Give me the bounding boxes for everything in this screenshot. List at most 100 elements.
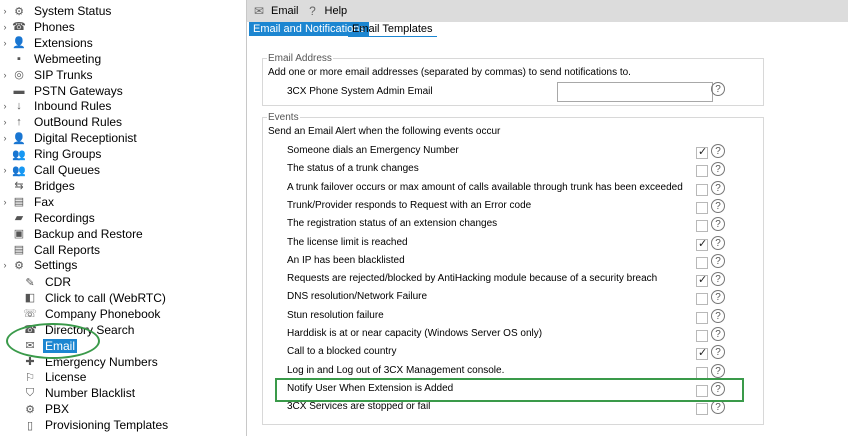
sidebar-item[interactable]: › ↑ OutBound Rules <box>0 114 124 130</box>
expand-arrow-icon[interactable]: › <box>2 117 8 127</box>
pbx-icon: ⚙ <box>25 403 35 416</box>
event-checkbox[interactable] <box>696 145 708 159</box>
toolbar-email-label[interactable]: Email <box>271 5 299 17</box>
webmeeting-icon: ▪ <box>17 52 21 65</box>
settings-child-item[interactable]: ⛉ Number Blacklist <box>22 385 137 401</box>
help-icon[interactable]: ? <box>711 327 725 341</box>
sidebar-item[interactable]: ▬ PSTN Gateways <box>0 83 125 99</box>
email-icon[interactable]: ✉ <box>251 3 267 19</box>
event-checkbox[interactable] <box>696 403 708 416</box>
event-row: A trunk failover occurs or max amount of… <box>287 180 747 198</box>
expand-arrow-icon[interactable]: › <box>2 133 8 143</box>
event-checkbox[interactable] <box>696 256 708 269</box>
event-checkbox[interactable] <box>696 237 708 251</box>
sidebar-item[interactable]: ▤ Call Reports <box>0 242 102 258</box>
sidebar-item[interactable]: › ☎ Phones <box>0 19 77 35</box>
expand-arrow-icon[interactable]: › <box>2 6 8 16</box>
event-checkbox[interactable] <box>696 165 708 178</box>
help-icon[interactable]: ? <box>711 180 725 195</box>
sidebar-item[interactable]: ▪ Webmeeting <box>0 51 103 67</box>
settings-child-item[interactable]: ⚐ License <box>22 369 88 385</box>
help-icon[interactable]: ? <box>711 272 725 287</box>
sidebar-item[interactable]: 👥 Ring Groups <box>0 146 103 162</box>
help-icon[interactable]: ? <box>711 290 725 305</box>
recordings-folder-icon: ▰ <box>14 212 24 225</box>
toolbar-help-label[interactable]: Help <box>325 5 348 17</box>
help-icon[interactable]: ? <box>711 363 725 378</box>
outbound-arrow-icon: ↑ <box>16 116 22 129</box>
event-checkbox[interactable] <box>696 346 708 361</box>
tab-email-templates[interactable]: Email Templates <box>348 22 437 37</box>
expand-arrow-icon[interactable]: › <box>2 70 8 80</box>
event-checkbox[interactable] <box>696 273 708 288</box>
sidebar-item-label: Ring Groups <box>34 147 102 162</box>
help-icon[interactable]: ? <box>711 400 725 415</box>
sidebar-item[interactable]: › ◎ SIP Trunks <box>0 67 94 83</box>
event-row: Call to a blocked country? <box>287 344 747 362</box>
event-row: Harddisk is at or near capacity (Windows… <box>287 326 747 344</box>
settings-icon: ⚙ <box>14 259 24 272</box>
sidebar-item[interactable]: ⇆ Bridges <box>0 178 77 194</box>
help-icon[interactable]: ? <box>711 82 725 96</box>
event-label: The status of a trunk changes <box>287 163 419 175</box>
backup-icon: ▣ <box>13 228 25 241</box>
event-checkbox[interactable] <box>696 293 708 306</box>
tab-bar: Email and Notifications Email Templates <box>247 22 848 37</box>
sidebar-item-label: Webmeeting <box>34 51 102 66</box>
event-label: Call to a blocked country <box>287 346 397 358</box>
event-row: An IP has been blacklisted? <box>287 253 747 271</box>
settings-child-label: Company Phonebook <box>45 306 161 321</box>
event-checkbox[interactable] <box>696 330 708 342</box>
sidebar-item[interactable]: ▣ Backup and Restore <box>0 226 145 242</box>
annotation-highlight-box <box>275 378 744 402</box>
event-row: Trunk/Provider responds to Request with … <box>287 198 747 216</box>
event-row: Requests are rejected/blocked by AntiHac… <box>287 271 747 289</box>
settings-child-item[interactable]: ◧ Click to call (WebRTC) <box>22 290 168 306</box>
sidebar-item[interactable]: › 👤 Extensions <box>0 35 95 51</box>
settings-child-item[interactable]: ▯ Provisioning Templates <box>22 417 170 433</box>
expand-arrow-icon[interactable]: › <box>2 101 8 111</box>
settings-child-item[interactable]: ✎ CDR <box>22 274 73 290</box>
sidebar-item[interactable]: › ⚙ System Status <box>0 3 113 19</box>
event-checkbox[interactable] <box>696 201 708 214</box>
help-icon[interactable]: ? <box>711 144 725 158</box>
expand-arrow-icon[interactable]: › <box>2 165 8 175</box>
expand-arrow-icon[interactable]: › <box>2 260 8 270</box>
admin-email-input[interactable] <box>557 82 713 102</box>
event-label: Log in and Log out of 3CX Management con… <box>287 364 505 376</box>
help-icon[interactable]: ? <box>711 217 725 232</box>
event-checkbox[interactable] <box>696 311 708 324</box>
settings-child-label: Click to call (WebRTC) <box>45 290 166 305</box>
sidebar-item[interactable]: › ↓ Inbound Rules <box>0 98 113 114</box>
help-icon[interactable]: ? <box>711 162 725 177</box>
sidebar-item-label: PSTN Gateways <box>34 83 123 98</box>
event-checkbox[interactable] <box>696 366 708 379</box>
help-icon[interactable]: ? <box>711 345 725 360</box>
expand-arrow-icon[interactable]: › <box>2 197 8 207</box>
help-icon[interactable]: ? <box>711 253 725 268</box>
sidebar-item[interactable]: ▰ Recordings <box>0 210 97 226</box>
expand-arrow-icon[interactable]: › <box>2 38 8 48</box>
sidebar-item[interactable]: › ⚙ Settings <box>0 257 79 273</box>
phonebook-icon: ☏ <box>23 308 37 321</box>
help-icon[interactable]: ? <box>711 198 725 213</box>
event-checkbox[interactable] <box>696 220 708 233</box>
help-icon[interactable]: ? <box>305 3 321 19</box>
settings-child-item[interactable]: ☏ Company Phonebook <box>22 306 162 322</box>
expand-arrow-icon[interactable]: › <box>2 22 8 32</box>
event-label: Harddisk is at or near capacity (Windows… <box>287 328 543 339</box>
sidebar-item-label: Inbound Rules <box>34 99 112 114</box>
help-icon[interactable]: ? <box>711 235 725 250</box>
phone-icon: ☎ <box>12 21 26 34</box>
settings-child-item[interactable]: ⚙ PBX <box>22 401 71 417</box>
sidebar-item[interactable]: › 👤 Digital Receptionist <box>0 130 139 146</box>
event-checkbox[interactable] <box>696 183 708 196</box>
sidebar-item-label: Phones <box>34 19 75 34</box>
event-row: The license limit is reached? <box>287 235 747 253</box>
sidebar-item[interactable]: › 👥 Call Queues <box>0 162 102 178</box>
help-icon[interactable]: ? <box>711 308 725 323</box>
sidebar-item[interactable]: › ▤ Fax <box>0 194 56 210</box>
extensions-icon: 👤 <box>12 37 26 50</box>
event-row: The registration status of an extension … <box>287 216 747 234</box>
settings-child-label: License <box>45 370 87 385</box>
